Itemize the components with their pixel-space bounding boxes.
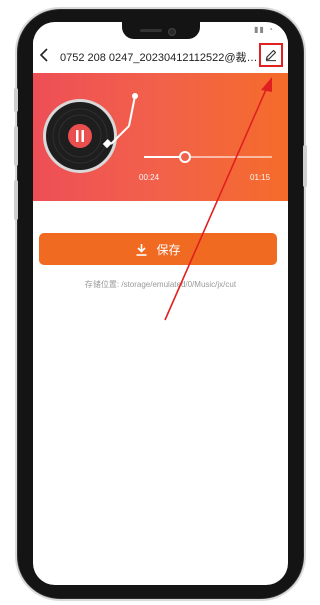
pause-icon[interactable] <box>72 129 88 143</box>
save-button-label: 保存 <box>156 242 181 257</box>
storage-path: 存储位置: /storage/emulated/0/Music/jx/cut <box>84 280 237 289</box>
current-time: 00:24 <box>139 173 160 182</box>
status-icons: ▮▮ ◔ <box>254 25 274 34</box>
notch <box>122 22 200 39</box>
camera <box>168 28 176 36</box>
player-panel: 00:24 01:15 <box>33 73 288 201</box>
edit-button[interactable] <box>259 43 283 67</box>
volume-button <box>14 88 18 112</box>
back-arrow-icon[interactable] <box>37 47 53 63</box>
pencil-icon <box>265 49 277 62</box>
download-icon <box>136 243 147 256</box>
total-time: 01:15 <box>250 173 271 182</box>
save-button[interactable]: 保存 <box>39 233 277 265</box>
progress-thumb[interactable] <box>178 151 191 163</box>
top-bar: 0752 208 0247_20230412112522@裁剪_... <box>33 39 288 73</box>
volume-button <box>14 180 18 220</box>
speaker <box>140 29 162 32</box>
volume-button <box>14 126 18 166</box>
power-button <box>303 145 307 187</box>
page-title: 0752 208 0247_20230412112522@裁剪_... <box>60 52 258 64</box>
app-screen: ▮▮ ◔ 0752 208 0247_20230412112522@裁剪_... <box>33 22 288 585</box>
